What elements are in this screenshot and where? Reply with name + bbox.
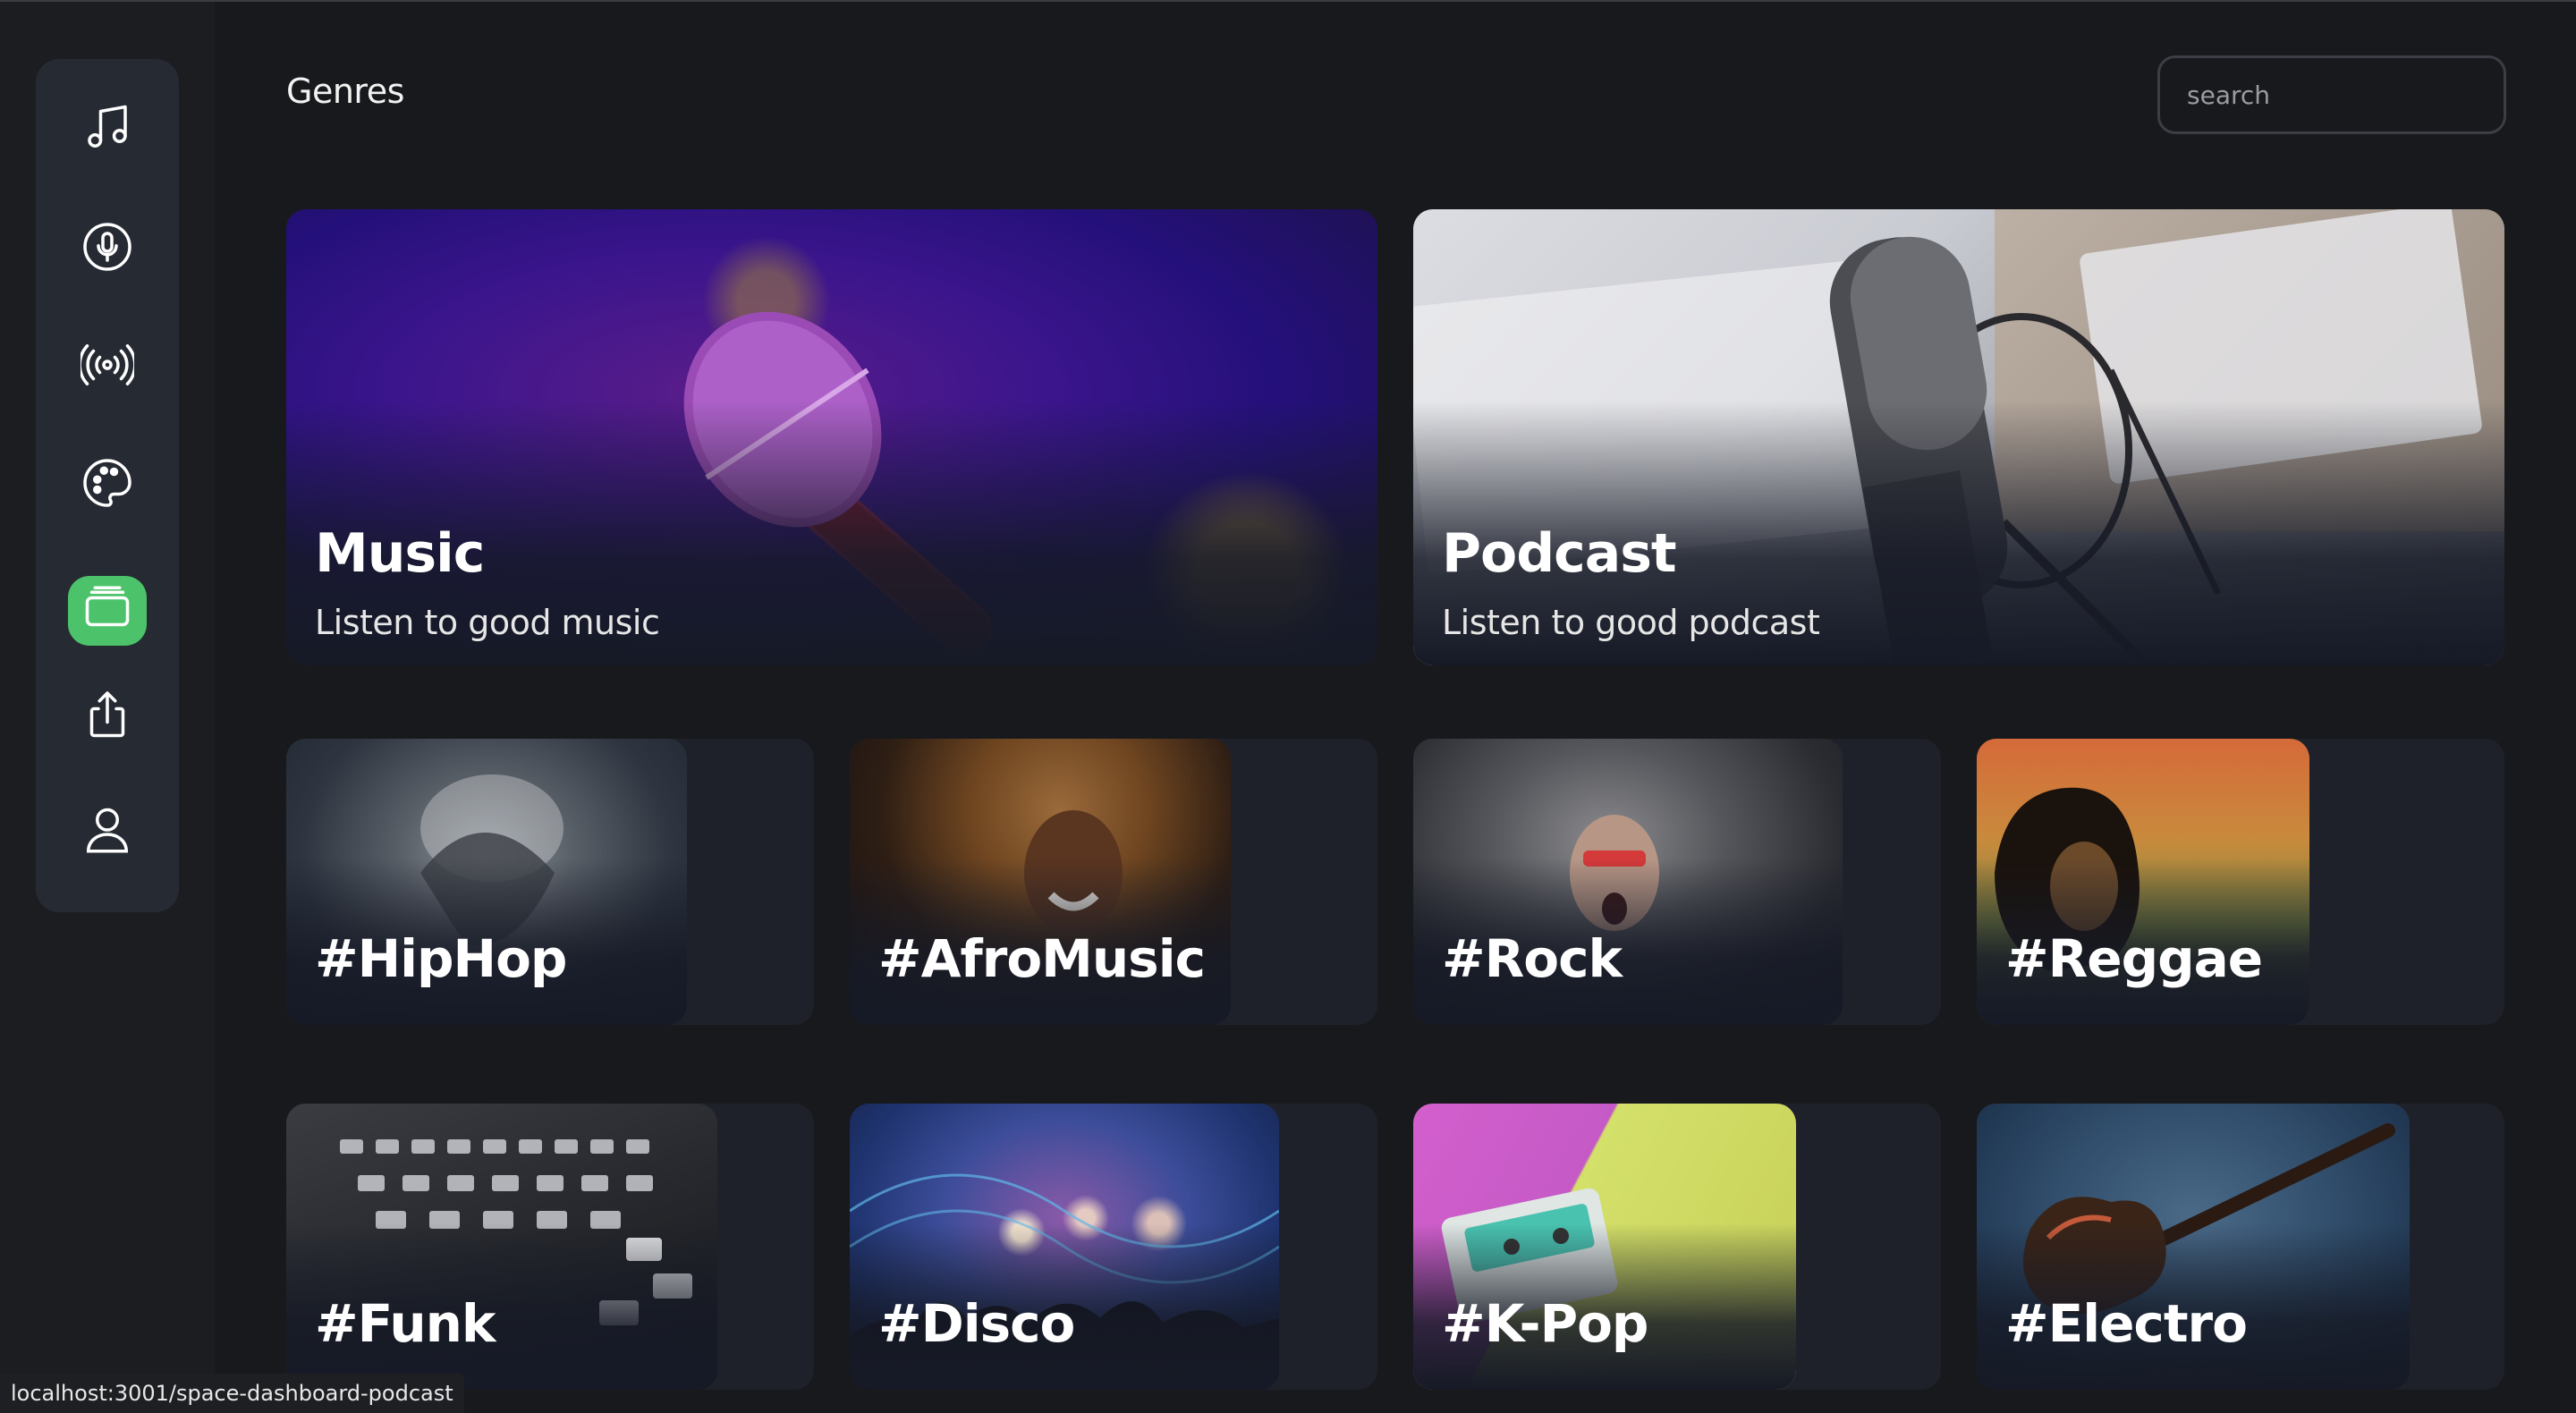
- nav-profile[interactable]: [68, 796, 147, 867]
- genre-label: #Disco: [878, 1293, 1075, 1354]
- genre-label: #Rock: [1442, 928, 1623, 989]
- nav-music[interactable]: [68, 93, 147, 165]
- featured-card-music[interactable]: Music Listen to good music: [286, 209, 1377, 665]
- share-icon: [80, 689, 134, 746]
- genre-card-hiphop[interactable]: #HipHop: [286, 739, 687, 1025]
- genre-label: #Reggae: [2005, 928, 2263, 989]
- palette-icon: [80, 456, 134, 513]
- genre-card-kpop[interactable]: #K-Pop: [1413, 1104, 1796, 1390]
- page-title: Genres: [286, 72, 404, 111]
- nav-live[interactable]: [68, 331, 147, 402]
- search-input[interactable]: [2157, 55, 2506, 134]
- genre-card-rock[interactable]: #Rock: [1413, 739, 1843, 1025]
- genre-card-reggae[interactable]: #Reggae: [1977, 739, 2309, 1025]
- genre-card-funk[interactable]: #Funk: [286, 1104, 717, 1390]
- genre-label: #AfroMusic: [878, 928, 1206, 989]
- nav-podcast[interactable]: [68, 213, 147, 284]
- genre-label: #Electro: [2005, 1293, 2248, 1354]
- microphone-icon: [80, 220, 134, 277]
- featured-subtitle: Listen to good podcast: [1442, 603, 1820, 642]
- nav-genres[interactable]: [68, 576, 147, 646]
- featured-card-podcast[interactable]: Podcast Listen to good podcast: [1413, 209, 2504, 665]
- featured-title: Podcast: [1442, 522, 1677, 585]
- genre-label: #HipHop: [315, 928, 567, 989]
- status-bar-url: localhost:3001/space-dashboard-podcast: [0, 1374, 464, 1413]
- broadcast-icon: [78, 338, 137, 395]
- genre-card-electro[interactable]: #Electro: [1977, 1104, 2410, 1390]
- genres-stack-icon: [80, 582, 134, 639]
- genre-label: #K-Pop: [1442, 1293, 1648, 1354]
- window-top-border: [0, 0, 2576, 2]
- genre-card-disco[interactable]: #Disco: [850, 1104, 1279, 1390]
- user-icon: [80, 803, 134, 860]
- genre-label: #Funk: [315, 1293, 496, 1354]
- nav-share[interactable]: [68, 681, 147, 753]
- featured-title: Music: [315, 522, 485, 585]
- music-note-icon: [80, 100, 134, 157]
- genre-card-afromusic[interactable]: #AfroMusic: [850, 739, 1231, 1025]
- nav-themes[interactable]: [68, 449, 147, 520]
- sidebar-nav: [36, 59, 179, 912]
- featured-subtitle: Listen to good music: [315, 603, 660, 642]
